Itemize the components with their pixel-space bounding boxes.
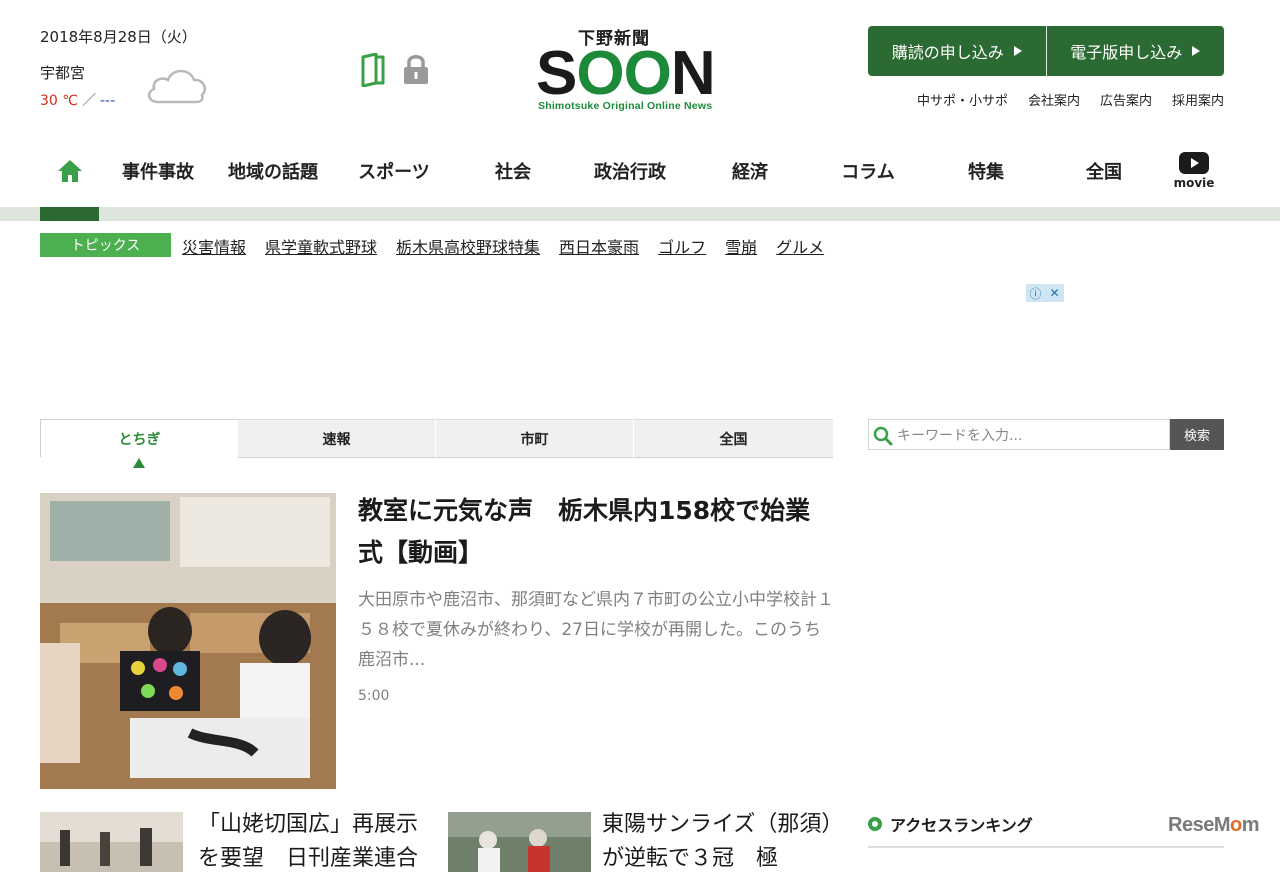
subscribe-print-label: 購読の申し込み: [891, 43, 1004, 62]
lead-article-image[interactable]: [40, 493, 336, 789]
search-box: [868, 419, 1170, 450]
util-link-ads[interactable]: 広告案内: [1100, 90, 1152, 109]
sub-article-image[interactable]: [448, 812, 591, 872]
topics-label: トピックス: [40, 233, 171, 257]
temp-high: 30 ℃: [40, 93, 78, 109]
arrow-right-icon: [1192, 46, 1201, 56]
subscribe-digital-label: 電子版申し込み: [1070, 43, 1183, 62]
home-icon: [57, 160, 82, 182]
cloud-icon: [147, 69, 206, 104]
nav-item-column[interactable]: コラム: [824, 148, 912, 194]
nav-item-incidents[interactable]: 事件事故: [110, 148, 206, 194]
lead-article-summary: 大田原市や鹿沼市、那須町など県内７市町の公立小中学校計１５８校で夏休みが終わり、…: [358, 590, 834, 670]
close-icon: ✕: [1049, 286, 1060, 300]
logo-letter-s: S: [536, 39, 577, 108]
nav-item-politics[interactable]: 政治行政: [580, 148, 680, 194]
topic-link-disaster[interactable]: 災害情報: [182, 234, 246, 258]
weather-temperature: 30 ℃ ／ ---: [40, 90, 115, 110]
logo-tagline: Shimotsuke Original Online News: [538, 100, 713, 112]
book-icon[interactable]: [360, 53, 386, 87]
nav-home[interactable]: [40, 148, 99, 194]
nav-item-local[interactable]: 地域の話題: [220, 148, 326, 194]
util-link-support[interactable]: 中サポ・小サポ: [917, 90, 1008, 109]
tab-breaking[interactable]: 速報: [238, 419, 435, 458]
weather-city: 宇都宮: [40, 64, 86, 82]
tab-active-arrow-icon: [133, 458, 145, 468]
temp-low: ---: [100, 93, 116, 109]
nav-item-feature[interactable]: 特集: [942, 148, 1030, 194]
topic-link-golf[interactable]: ゴルフ: [658, 234, 706, 258]
topic-link-highschool-baseball[interactable]: 栃木県高校野球特集: [396, 234, 540, 258]
tab-tochigi[interactable]: とちぎ: [40, 419, 239, 457]
movie-label: movie: [1173, 176, 1215, 190]
topic-link-gourmet[interactable]: グルメ: [776, 234, 824, 258]
play-icon: [1179, 152, 1209, 174]
nav-active-indicator: [40, 207, 99, 221]
ring-icon: [868, 817, 882, 831]
nav-item-national[interactable]: 全国: [1060, 148, 1148, 194]
sub-article-title[interactable]: 「山姥切国広」再展示を要望 日刊産業連合: [198, 808, 430, 876]
access-ranking-header: アクセスランキング: [868, 812, 1033, 836]
logo-wordmark: SOON: [536, 39, 716, 108]
tab-national[interactable]: 全国: [634, 419, 833, 458]
watermark-part-m: M: [1213, 814, 1231, 836]
watermark-part-end: m: [1241, 814, 1260, 836]
access-ranking-title: アクセスランキング: [890, 816, 1033, 835]
resemom-watermark: ReseMom: [1168, 814, 1260, 837]
arrow-right-icon: [1013, 46, 1022, 56]
watermark-part-rese: Rese: [1168, 814, 1214, 836]
nav-item-sports[interactable]: スポーツ: [344, 148, 444, 194]
topic-link-youth-baseball[interactable]: 県学童軟式野球: [265, 234, 377, 258]
topic-link-heavy-rain[interactable]: 西日本豪雨: [559, 234, 639, 258]
lead-article-time: 5:00: [358, 688, 390, 704]
lock-icon[interactable]: [401, 53, 431, 85]
tab-municipal[interactable]: 市町: [436, 419, 633, 458]
subscribe-print-button[interactable]: 購読の申し込み: [868, 26, 1046, 76]
logo-letters-oo: OO: [576, 39, 671, 108]
ranking-divider: [868, 846, 1224, 848]
info-icon: ⓘ: [1029, 286, 1042, 301]
search-input[interactable]: [895, 423, 1167, 448]
topics-links: 災害情報 県学童軟式野球 栃木県高校野球特集 西日本豪雨 ゴルフ 雪崩 グルメ: [182, 234, 824, 258]
sub-article-image[interactable]: [40, 812, 183, 872]
lead-article-title[interactable]: 教室に元気な声 栃木県内158校で始業式【動画】: [358, 490, 834, 574]
nav-item-economy[interactable]: 経済: [706, 148, 794, 194]
search-icon: [873, 426, 893, 446]
news-tabs: とちぎ 速報 市町 全国: [40, 419, 833, 458]
temp-separator: ／: [82, 93, 96, 109]
subscribe-button-group: 購読の申し込み 電子版申し込み: [868, 26, 1224, 76]
watermark-part-o: o: [1229, 814, 1242, 836]
search-button[interactable]: 検索: [1170, 419, 1224, 450]
nav-underline-bar: [0, 207, 1280, 221]
ad-choices[interactable]: ⓘ ✕: [1026, 284, 1064, 302]
utility-links: 中サポ・小サポ 会社案内 広告案内 採用案内: [880, 90, 1224, 109]
logo-letter-n: N: [670, 39, 716, 108]
topic-link-avalanche[interactable]: 雪崩: [725, 234, 757, 258]
sub-article-title[interactable]: 東陽サンライズ（那須）が逆転で３冠 極: [602, 808, 834, 876]
nav-item-movie[interactable]: movie: [1166, 148, 1222, 194]
nav-item-society[interactable]: 社会: [470, 148, 556, 194]
util-link-recruit[interactable]: 採用案内: [1172, 90, 1224, 109]
subscribe-digital-button[interactable]: 電子版申し込み: [1045, 26, 1225, 76]
main-nav: 事件事故 地域の話題 スポーツ 社会 政治行政 経済 コラム 特集 全国 mov…: [40, 148, 1224, 200]
site-logo[interactable]: 下野新聞 SOON Shimotsuke Original Online New…: [536, 24, 730, 116]
util-link-company[interactable]: 会社案内: [1028, 90, 1080, 109]
date-display: 2018年8月28日（火）: [40, 28, 197, 46]
